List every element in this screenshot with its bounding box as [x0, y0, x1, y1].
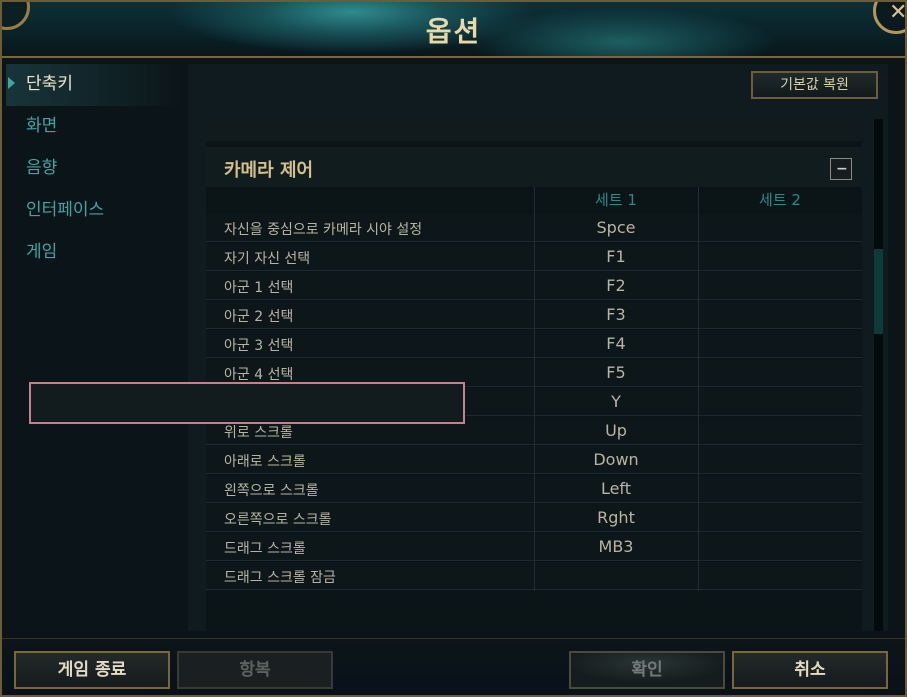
hotkey-label: 아래로 스크롤	[224, 454, 306, 470]
title-bar: 옵션	[2, 2, 905, 58]
hotkey-set1-cell[interactable]: F3	[534, 305, 698, 324]
hotkey-set1-cell[interactable]: Left	[534, 479, 698, 498]
arrow-right-icon	[8, 77, 15, 89]
minus-icon: −	[836, 161, 848, 177]
hotkey-label: 드래그 스크롤 잠금	[224, 570, 336, 586]
hotkey-set1-cell[interactable]: Down	[534, 450, 698, 469]
hotkey-label: 아군 4 선택	[224, 367, 294, 383]
confirm-button[interactable]: 확인	[569, 651, 725, 689]
section-title: 카메라 제어	[224, 160, 314, 181]
sidebar-item-label: 단축키	[26, 74, 73, 94]
column-header-set1: 세트 1	[595, 191, 637, 209]
sidebar-item-sound[interactable]: 음향	[6, 148, 186, 190]
hotkey-label: 자신을 중심으로 카메라 시야 설정	[224, 222, 423, 238]
hotkey-set1-cell[interactable]: Spce	[534, 218, 698, 237]
sidebar-item-label: 인터페이스	[26, 200, 105, 220]
hotkey-label: 오른쪽으로 스크롤	[224, 512, 332, 528]
column-divider	[698, 187, 699, 591]
hotkey-set1-cell[interactable]: F2	[534, 276, 698, 295]
hotkey-label: 위로 스크롤	[224, 425, 293, 441]
hotkey-label: 왼쪽으로 스크롤	[224, 483, 319, 499]
highlight-box	[29, 382, 465, 424]
sidebar-item-hotkeys[interactable]: 단축키	[6, 64, 186, 106]
column-header-set2: 세트 2	[759, 191, 801, 209]
hotkey-set1-cell[interactable]: Y	[534, 392, 698, 411]
scrollbar[interactable]	[874, 119, 883, 631]
sidebar-item-interface[interactable]: 인터페이스	[6, 190, 186, 232]
cancel-button[interactable]: 취소	[732, 651, 888, 689]
scrollbar-thumb[interactable]	[874, 249, 883, 334]
sidebar-item-video[interactable]: 화면	[6, 106, 186, 148]
close-x-icon: ✕	[889, 0, 907, 25]
hotkey-label: 드래그 스크롤	[224, 541, 306, 557]
sidebar-item-label: 게임	[26, 242, 58, 262]
sidebar: 단축키 화면 음향 인터페이스 게임	[6, 64, 186, 274]
list-top-band	[206, 119, 862, 141]
sidebar-item-game[interactable]: 게임	[6, 232, 186, 274]
hotkey-label: 아군 3 선택	[224, 338, 294, 354]
column-divider	[534, 187, 535, 591]
window-title: 옵션	[425, 15, 482, 48]
options-window: 옵션 ✕ 단축키 화면 음향 인터페이스 게임 기본값 복원 카메라 제어 − …	[0, 0, 907, 697]
collapse-button[interactable]: −	[830, 158, 852, 180]
hotkeys-panel: 기본값 복원 카메라 제어 − 세트 1 세트 2 자신을 중심으로 카메라 시…	[188, 64, 888, 631]
section-header-camera[interactable]: 카메라 제어 −	[206, 147, 862, 187]
surrender-button[interactable]: 항복	[177, 651, 333, 689]
quit-game-button[interactable]: 게임 종료	[14, 651, 170, 689]
restore-defaults-button[interactable]: 기본값 복원	[751, 71, 878, 99]
hotkey-set1-cell[interactable]: F1	[534, 247, 698, 266]
hotkey-set1-cell[interactable]: F5	[534, 363, 698, 382]
footer-bar: 게임 종료 항복 확인 취소	[2, 638, 905, 695]
sidebar-item-label: 화면	[26, 116, 58, 136]
hotkey-set1-cell[interactable]: F4	[534, 334, 698, 353]
hotkey-label: 아군 1 선택	[224, 280, 294, 296]
hotkey-set1-cell[interactable]: Up	[534, 421, 698, 440]
hotkey-set1-cell[interactable]: MB3	[534, 537, 698, 556]
hotkey-label: 자기 자신 선택	[224, 251, 311, 267]
hotkey-label: 아군 2 선택	[224, 309, 294, 325]
sidebar-item-label: 음향	[26, 158, 58, 178]
hotkey-set1-cell[interactable]: Rght	[534, 508, 698, 527]
hotkey-list: 카메라 제어 − 세트 1 세트 2 자신을 중심으로 카메라 시야 설정 Spc…	[206, 119, 862, 631]
